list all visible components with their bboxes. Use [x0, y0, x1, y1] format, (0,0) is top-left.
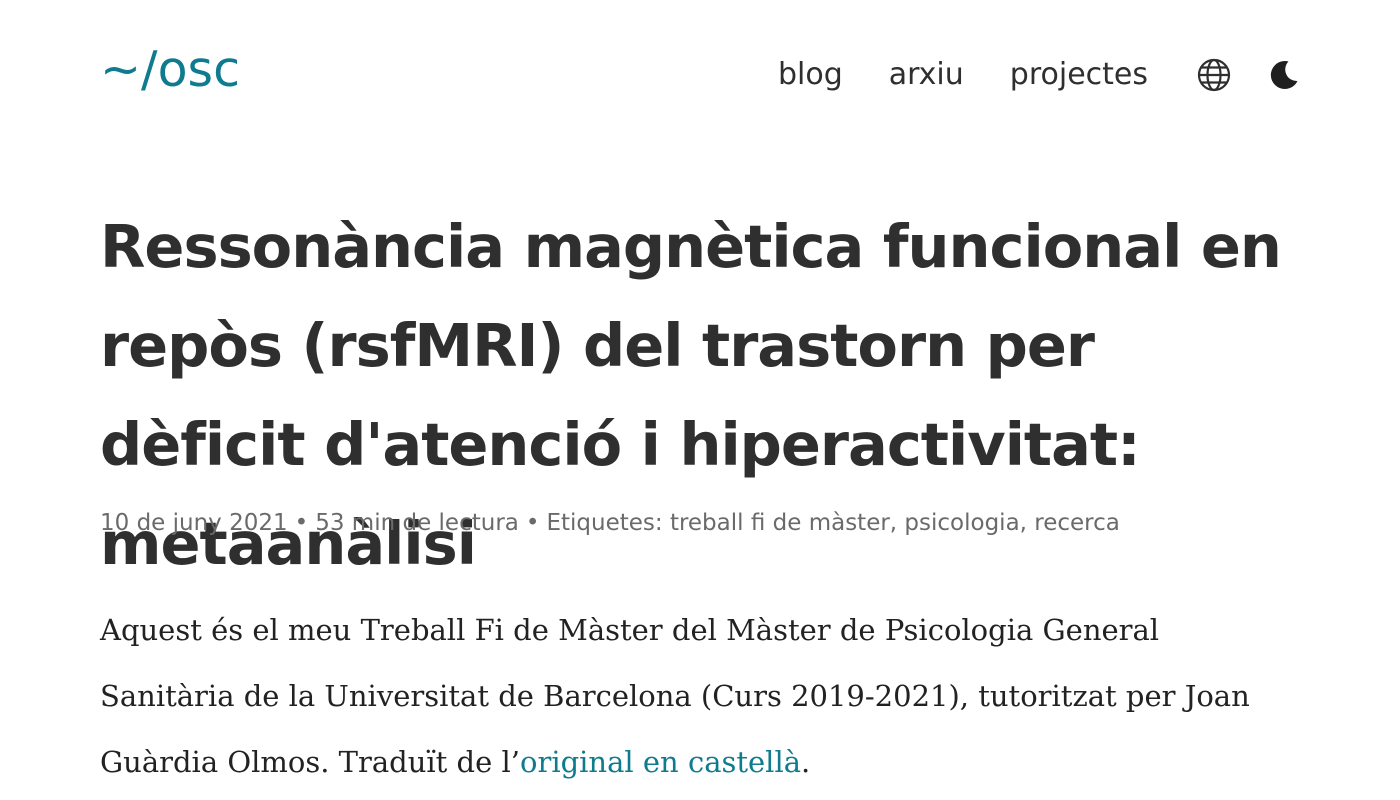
- original-link[interactable]: original en castellà: [520, 745, 801, 779]
- language-button[interactable]: [1194, 55, 1234, 95]
- meta-separator: •: [294, 510, 309, 536]
- tags-label: Etiquetes:: [546, 510, 663, 536]
- moon-icon: [1270, 61, 1298, 90]
- reading-time: 53 min de lectura: [315, 510, 519, 536]
- globe-icon: [1197, 58, 1231, 92]
- meta-separator: •: [525, 510, 540, 536]
- article-intro: Aquest és el meu Treball Fi de Màster de…: [100, 597, 1280, 795]
- main-nav: blog arxiu projectes: [778, 50, 1304, 100]
- site-header: ~/osc blog arxiu projectes: [0, 0, 1400, 150]
- nav-link-arxiu[interactable]: arxiu: [889, 50, 964, 100]
- nav-link-blog[interactable]: blog: [778, 50, 843, 100]
- tags-list[interactable]: treball fi de màster, psicologia, recerc…: [670, 510, 1120, 536]
- nav-link-projectes[interactable]: projectes: [1010, 50, 1148, 100]
- theme-toggle-button[interactable]: [1264, 55, 1304, 95]
- intro-text-end: .: [801, 745, 811, 779]
- article-date: 10 de juny 2021: [100, 510, 288, 536]
- article-meta: 10 de juny 2021 • 53 min de lectura • Etique…: [100, 505, 1120, 541]
- site-logo[interactable]: ~/osc: [100, 40, 240, 100]
